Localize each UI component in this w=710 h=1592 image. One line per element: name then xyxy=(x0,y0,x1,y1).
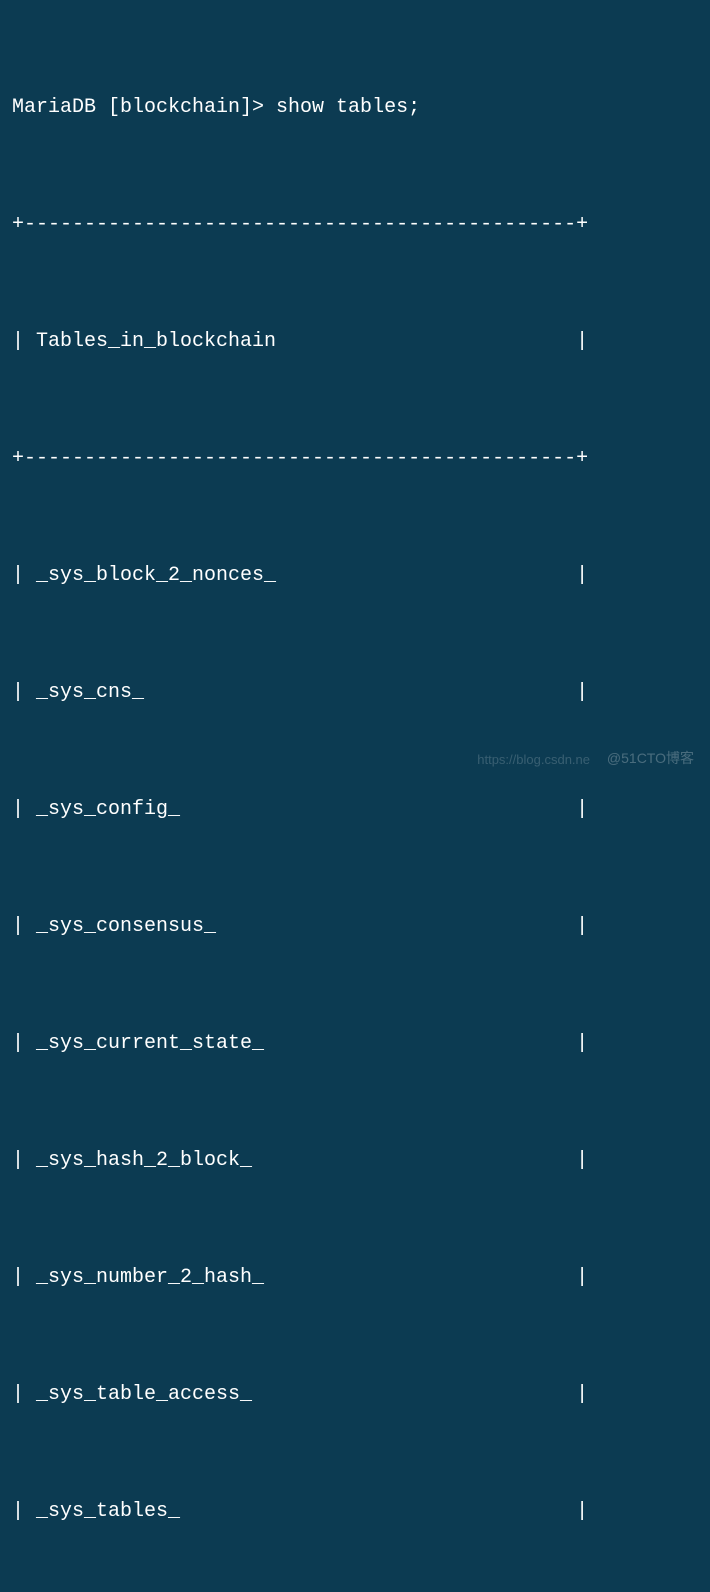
table-row: | _sys_consensus_ | xyxy=(12,907,698,946)
table-row: | _sys_tables_ | xyxy=(12,1492,698,1531)
watermark-text: @51CTO博客 xyxy=(607,745,694,772)
db-prompt: MariaDB [blockchain]> xyxy=(12,88,276,127)
table-row: | _sys_current_state_ | xyxy=(12,1024,698,1063)
table-row: | _sys_cns_ | xyxy=(12,673,698,712)
table-row: | _sys_number_2_hash_ | xyxy=(12,1258,698,1297)
watermark-url: https://blog.csdn.ne xyxy=(477,747,590,772)
table-row: | _sys_table_access_ | xyxy=(12,1375,698,1414)
table-row: | _sys_hash_2_block_ | xyxy=(12,1141,698,1180)
table-border-mid: +---------------------------------------… xyxy=(12,439,698,478)
prompt-line[interactable]: MariaDB [blockchain]> show tables; xyxy=(12,88,698,127)
sql-command: show tables; xyxy=(276,88,420,127)
table-header: | Tables_in_blockchain | xyxy=(12,322,698,361)
table-border-top: +---------------------------------------… xyxy=(12,205,698,244)
terminal-output: MariaDB [blockchain]> show tables; +----… xyxy=(12,10,698,1592)
table-row: | _sys_block_2_nonces_ | xyxy=(12,556,698,595)
